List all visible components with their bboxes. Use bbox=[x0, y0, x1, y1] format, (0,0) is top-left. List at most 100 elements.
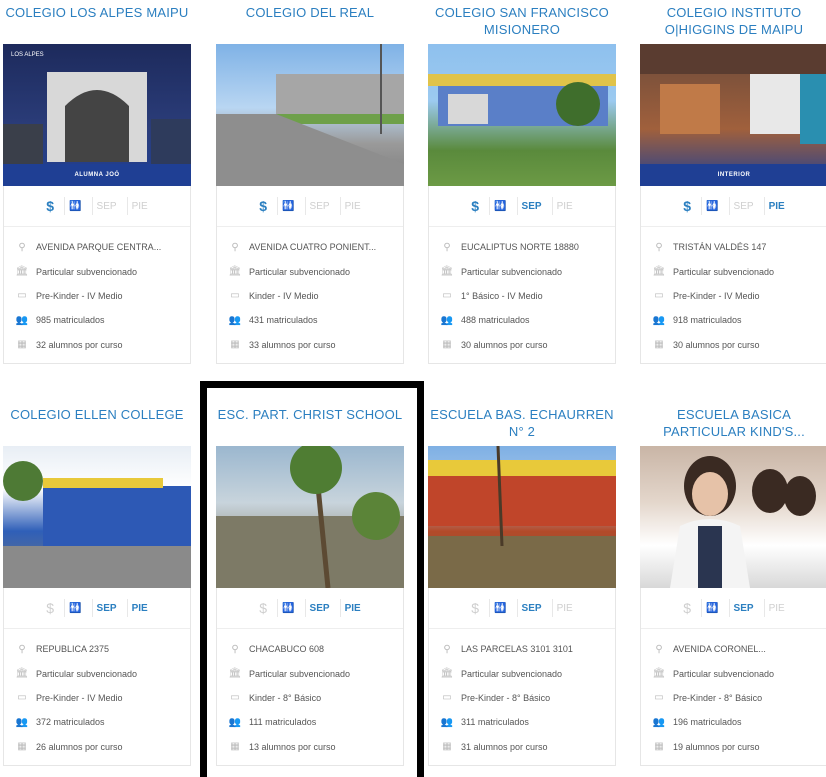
restroom-icon: 🚻 bbox=[277, 197, 298, 215]
students-icon: 👥 bbox=[653, 314, 666, 326]
school-address: AVENIDA CUATRO PONIENT... bbox=[249, 242, 377, 253]
sep-badge: SEP bbox=[516, 197, 546, 215]
paid-badge: $ bbox=[259, 198, 268, 214]
school-photo[interactable] bbox=[428, 446, 616, 588]
school-card[interactable]: COLEGIO INSTITUTO O|HIGGINS DE MAIPU INT… bbox=[640, 4, 826, 364]
building-icon: 🏛 bbox=[16, 266, 29, 278]
badges-row: $ 🚻 SEP PIE bbox=[429, 186, 615, 227]
school-logo: LOS ALPES bbox=[11, 52, 44, 58]
school-per-course: 26 alumnos por curso bbox=[36, 741, 123, 752]
building-icon: 🏛 bbox=[16, 668, 29, 680]
school-title[interactable]: ESCUELA BASICA PARTICULAR KIND'S... bbox=[640, 406, 826, 446]
school-type: Particular subvencionado bbox=[36, 266, 138, 277]
building-icon: 🏛 bbox=[441, 668, 454, 680]
school-title[interactable]: COLEGIO SAN FRANCISCO MISIONERO bbox=[428, 4, 616, 44]
photo-banner: ALUMNA JOÓ bbox=[3, 164, 191, 186]
building-icon: 🏛 bbox=[441, 266, 454, 278]
pie-badge: PIE bbox=[126, 599, 152, 617]
classroom-icon: ▦ bbox=[654, 339, 664, 351]
restroom-icon: 🚻 bbox=[489, 599, 510, 617]
badges-row: $ 🚻 SEP PIE bbox=[4, 588, 190, 629]
school-title[interactable]: COLEGIO LOS ALPES MAIPU bbox=[3, 4, 191, 44]
sep-badge: SEP bbox=[516, 599, 546, 617]
classroom-icon: ▦ bbox=[230, 339, 240, 351]
pie-badge: PIE bbox=[551, 599, 577, 617]
students-icon: 👥 bbox=[16, 716, 29, 728]
badges-row: $ 🚻 SEP PIE bbox=[641, 588, 826, 629]
school-address: EUCALIPTUS NORTE 18880 bbox=[461, 242, 579, 253]
restroom-icon: 🚻 bbox=[701, 599, 722, 617]
paid-badge: $ bbox=[46, 198, 55, 214]
location-pin-icon: ⚲ bbox=[655, 643, 663, 655]
school-type: Particular subvencionado bbox=[673, 266, 775, 277]
paid-badge: $ bbox=[683, 198, 692, 214]
school-type: Particular subvencionado bbox=[249, 266, 351, 277]
school-title[interactable]: COLEGIO DEL REAL bbox=[216, 4, 404, 44]
school-address: LAS PARCELAS 3101 3101 bbox=[461, 644, 573, 655]
school-per-course: 30 alumnos por curso bbox=[673, 339, 760, 350]
students-icon: 👥 bbox=[653, 716, 666, 728]
sep-badge: SEP bbox=[728, 599, 758, 617]
school-type: Particular subvencionado bbox=[461, 266, 563, 277]
location-pin-icon: ⚲ bbox=[18, 241, 26, 253]
school-card[interactable]: COLEGIO DEL REAL $ 🚻 SEP PIE ⚲ AVENIDA CU… bbox=[216, 4, 404, 364]
school-photo[interactable] bbox=[216, 44, 404, 186]
pie-badge: PIE bbox=[126, 197, 152, 215]
selection-highlight bbox=[200, 381, 424, 777]
school-levels: 1° Básico - IV Medio bbox=[461, 290, 543, 301]
restroom-icon: 🚻 bbox=[701, 197, 722, 215]
students-icon: 👥 bbox=[441, 716, 454, 728]
school-title[interactable]: COLEGIO ELLEN COLLEGE bbox=[3, 406, 191, 446]
school-per-course: 33 alumnos por curso bbox=[249, 339, 336, 350]
school-levels: Pre-Kinder - IV Medio bbox=[36, 290, 123, 301]
levels-icon: ▭ bbox=[654, 290, 664, 302]
school-enrolled: 431 matriculados bbox=[249, 315, 318, 326]
school-levels: Pre-Kinder - IV Medio bbox=[673, 290, 760, 301]
school-card[interactable]: COLEGIO SAN FRANCISCO MISIONERO $ 🚻 SEP … bbox=[428, 4, 616, 364]
classroom-icon: ▦ bbox=[442, 339, 452, 351]
levels-icon: ▭ bbox=[442, 692, 452, 704]
school-card[interactable]: ESCUELA BASICA PARTICULAR KIND'S... $ 🚻 … bbox=[640, 406, 826, 766]
school-enrolled: 918 matriculados bbox=[673, 315, 742, 326]
school-card[interactable]: ESCUELA BAS. ECHAURREN N° 2 $ 🚻 SEP PIE … bbox=[428, 406, 616, 766]
badges-row: $ 🚻 SEP PIE bbox=[641, 186, 826, 227]
levels-icon: ▭ bbox=[230, 290, 240, 302]
school-photo[interactable]: LOS ALPES ALUMNA JOÓ bbox=[3, 44, 191, 186]
restroom-icon: 🚻 bbox=[64, 599, 85, 617]
building-icon: 🏛 bbox=[653, 266, 666, 278]
school-card[interactable]: COLEGIO ELLEN COLLEGE $ 🚻 SEP PIE ⚲ REPUB… bbox=[3, 406, 191, 766]
location-pin-icon: ⚲ bbox=[443, 241, 451, 253]
school-per-course: 32 alumnos por curso bbox=[36, 339, 123, 350]
school-title[interactable]: ESCUELA BAS. ECHAURREN N° 2 bbox=[428, 406, 616, 446]
paid-badge: $ bbox=[471, 198, 480, 214]
school-per-course: 30 alumnos por curso bbox=[461, 339, 548, 350]
sep-badge: SEP bbox=[91, 197, 121, 215]
school-levels: Pre-Kinder - 8° Básico bbox=[673, 692, 763, 703]
pie-badge: PIE bbox=[763, 197, 789, 215]
location-pin-icon: ⚲ bbox=[18, 643, 26, 655]
school-photo[interactable] bbox=[428, 44, 616, 186]
location-pin-icon: ⚲ bbox=[231, 241, 239, 253]
classroom-icon: ▦ bbox=[17, 339, 27, 351]
badges-row: $ 🚻 SEP PIE bbox=[4, 186, 190, 227]
paid-badge: $ bbox=[471, 600, 480, 616]
classroom-icon: ▦ bbox=[442, 741, 452, 753]
school-address: TRISTÁN VALDÉS 147 bbox=[673, 242, 767, 253]
badges-row: $ 🚻 SEP PIE bbox=[429, 588, 615, 629]
paid-badge: $ bbox=[46, 600, 55, 616]
levels-icon: ▭ bbox=[17, 290, 27, 302]
school-type: Particular subvencionado bbox=[461, 668, 563, 679]
school-enrolled: 311 matriculados bbox=[461, 717, 529, 728]
school-photo[interactable]: INTERIOR bbox=[640, 44, 826, 186]
school-title[interactable]: COLEGIO INSTITUTO O|HIGGINS DE MAIPU bbox=[640, 4, 826, 44]
restroom-icon: 🚻 bbox=[64, 197, 85, 215]
photo-banner: INTERIOR bbox=[640, 164, 826, 186]
school-photo[interactable] bbox=[640, 446, 826, 588]
levels-icon: ▭ bbox=[654, 692, 664, 704]
school-photo[interactable] bbox=[3, 446, 191, 588]
school-type: Particular subvencionado bbox=[673, 668, 775, 679]
school-card[interactable]: COLEGIO LOS ALPES MAIPU LOS ALPES ALUMNA… bbox=[3, 4, 191, 364]
levels-icon: ▭ bbox=[17, 692, 27, 704]
levels-icon: ▭ bbox=[442, 290, 452, 302]
school-address: AVENIDA CORONEL... bbox=[673, 644, 766, 655]
